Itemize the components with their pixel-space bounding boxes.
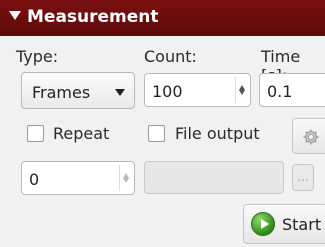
time-value: 0.1	[267, 82, 293, 101]
start-button-label: Start	[282, 215, 322, 234]
repeat-count-value: 0	[29, 170, 40, 189]
time-field[interactable]: 0.1	[259, 73, 325, 107]
repeat-count-spinbox[interactable]: 0	[21, 161, 135, 195]
settings-button[interactable]	[292, 118, 325, 154]
play-icon	[251, 212, 275, 236]
browse-button-label: ...	[297, 170, 309, 184]
file-output-checkbox[interactable]	[148, 125, 165, 142]
file-path-field	[144, 161, 284, 194]
type-dropdown-value: Frames	[32, 83, 91, 102]
spin-down-icon	[123, 178, 129, 183]
chevron-down-icon	[115, 89, 125, 96]
count-spin-buttons[interactable]	[235, 77, 248, 103]
type-dropdown[interactable]: Frames	[21, 72, 135, 109]
panel-title: Measurement	[27, 7, 159, 27]
repeat-count-spin-buttons[interactable]	[119, 165, 132, 191]
spin-down-icon	[239, 90, 245, 95]
count-label: Count:	[144, 47, 197, 66]
start-button[interactable]: Start	[243, 204, 325, 244]
measurement-header[interactable]: Measurement	[0, 0, 325, 36]
gear-icon	[303, 129, 319, 145]
browse-button[interactable]: ...	[292, 164, 314, 191]
count-spinbox[interactable]: 100	[144, 73, 251, 107]
collapse-triangle-icon	[9, 11, 21, 20]
repeat-label: Repeat	[53, 124, 110, 143]
repeat-checkbox[interactable]	[27, 125, 44, 142]
count-value: 100	[152, 82, 183, 101]
file-output-label: File output	[175, 124, 260, 143]
type-label: Type:	[16, 47, 59, 66]
